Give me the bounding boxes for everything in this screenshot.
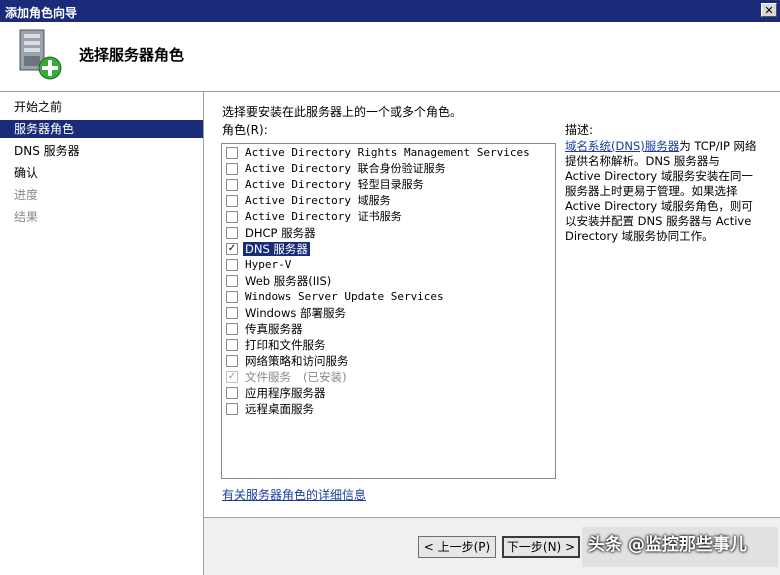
role-checkbox[interactable]	[226, 307, 238, 319]
roles-checklist[interactable]: Active Directory Rights Management Servi…	[221, 143, 556, 479]
description-dns-link[interactable]: 域名系统(DNS)服务器	[565, 139, 679, 153]
role-label: 打印和文件服务	[245, 338, 326, 352]
role-checkbox[interactable]	[226, 259, 238, 271]
wizard-header: 选择服务器角色	[0, 22, 780, 92]
role-checkbox[interactable]	[226, 403, 238, 415]
role-checkbox[interactable]	[226, 227, 238, 239]
previous-button[interactable]: < 上一步(P)	[418, 536, 496, 558]
role-checkbox[interactable]	[226, 355, 238, 367]
role-label: Active Directory 域服务	[245, 194, 391, 207]
role-checkbox[interactable]	[226, 179, 238, 191]
close-icon: ✕	[764, 4, 774, 17]
more-info-link[interactable]: 有关服务器角色的详细信息	[222, 486, 366, 503]
close-button[interactable]: ✕	[761, 3, 777, 17]
description-label: 描述:	[565, 123, 594, 137]
role-checkbox[interactable]	[226, 195, 238, 207]
roles-label: 角色(R):	[222, 123, 268, 137]
nav-step-progress: 进度	[14, 188, 39, 202]
wizard-steps: 开始之前 服务器角色 DNS 服务器 确认 进度 结果	[0, 92, 204, 575]
page-title: 选择服务器角色	[79, 46, 185, 64]
nav-step-results: 结果	[14, 210, 39, 224]
role-label: Windows 部署服务	[245, 306, 346, 320]
role-label: Windows Server Update Services	[245, 290, 444, 303]
role-checkbox[interactable]	[226, 323, 238, 335]
nav-step-server-roles[interactable]: 服务器角色	[0, 120, 203, 138]
role-checkbox-checked[interactable]: ✓	[226, 243, 238, 255]
window-title: 添加角色向导	[5, 6, 78, 20]
role-label: Active Directory 轻型目录服务	[245, 178, 424, 191]
watermark-text: 头条 @监控那些事儿	[582, 527, 778, 567]
role-checkbox[interactable]	[226, 291, 238, 303]
role-label: 远程桌面服务	[245, 402, 314, 416]
role-label: 网络策略和访问服务	[245, 354, 349, 368]
nav-step-confirmation[interactable]: 确认	[0, 164, 203, 182]
nav-step-before-you-begin[interactable]: 开始之前	[0, 98, 203, 116]
role-label-text: 文件服务	[245, 370, 291, 384]
title-bar: 添加角色向导 ✕	[0, 0, 780, 22]
role-checkbox[interactable]	[226, 275, 238, 287]
role-label: Active Directory Rights Management Servi…	[245, 146, 530, 159]
role-label: DHCP 服务器	[245, 226, 316, 240]
role-label: 文件服务 (已安装)	[245, 370, 346, 384]
description-text: 为 TCP/IP 网络提供名称解析。DNS 服务器与 Active Direct…	[565, 139, 757, 243]
role-checkbox[interactable]	[226, 339, 238, 351]
role-checkbox[interactable]	[226, 211, 238, 223]
role-label: Web 服务器(IIS)	[245, 274, 332, 288]
main-content: 选择要安装在此服务器上的一个或多个角色。 角色(R): Active Direc…	[204, 92, 780, 517]
next-button[interactable]: 下一步(N) >	[502, 536, 580, 558]
server-add-icon	[19, 29, 62, 80]
nav-step-dns-server[interactable]: DNS 服务器	[0, 142, 203, 160]
role-label: Active Directory 证书服务	[245, 210, 402, 223]
instruction-text: 选择要安装在此服务器上的一个或多个角色。	[222, 105, 463, 119]
description-body: 域名系统(DNS)服务器为 TCP/IP 网络提供名称解析。DNS 服务器与 A…	[565, 139, 757, 244]
role-label: 传真服务器	[245, 322, 303, 336]
role-label: Active Directory 联合身份验证服务	[245, 162, 446, 175]
role-label: DNS 服务器	[243, 242, 310, 256]
role-checkbox[interactable]	[226, 163, 238, 175]
role-installed-status: (已安装)	[303, 370, 347, 384]
role-checkbox[interactable]	[226, 387, 238, 399]
role-checkbox[interactable]	[226, 147, 238, 159]
role-label: 应用程序服务器	[245, 386, 326, 400]
role-checkbox-checked-disabled: ✓	[226, 371, 238, 383]
role-label: Hyper-V	[245, 258, 292, 271]
